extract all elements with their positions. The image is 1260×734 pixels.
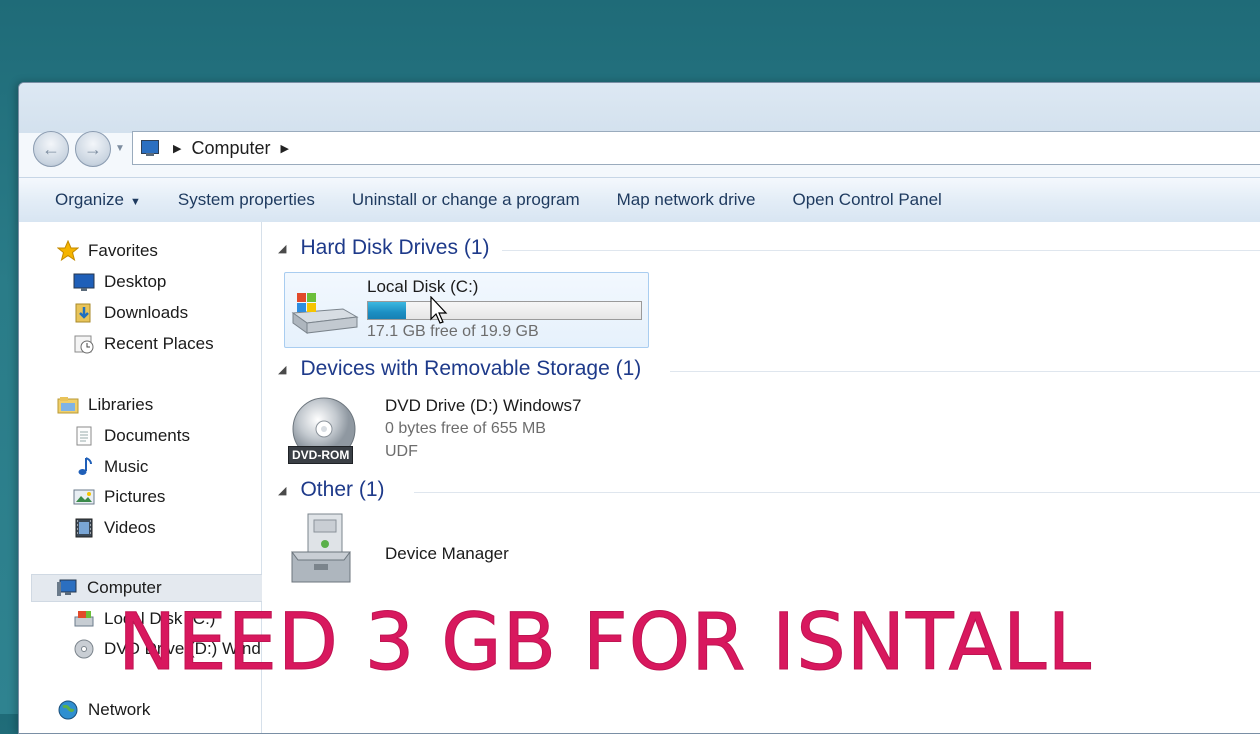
sidebar-item-label: Videos — [104, 518, 156, 537]
recent-pages-dropdown-icon[interactable]: ▼ — [115, 143, 125, 154]
downloads-icon — [73, 302, 95, 324]
drive-free-space: 0 bytes free of 655 MB — [385, 420, 546, 437]
local-disk-tile[interactable]: Local Disk (C:) 17.1 GB free of 19.9 GB — [284, 272, 649, 348]
sidebar-item-music[interactable]: Music — [73, 453, 148, 481]
video-caption-overlay: NEED 3 GB FOR ISNTALL — [118, 598, 1092, 689]
sidebar-item-downloads[interactable]: Downloads — [73, 299, 188, 327]
network-globe-icon — [57, 699, 79, 721]
group-header-removable-storage[interactable]: ◢ Devices with Removable Storage (1) — [278, 357, 641, 381]
sidebar-item-recent-places[interactable]: Recent Places — [73, 330, 214, 358]
sidebar-item-label: Music — [104, 457, 149, 476]
sidebar-item-label: Documents — [104, 426, 190, 445]
group-title: Other (1) — [300, 478, 385, 501]
sidebar-item-documents[interactable]: Documents — [73, 422, 190, 450]
organize-button[interactable]: Organize ▼ — [55, 190, 141, 210]
back-button[interactable]: ← — [33, 131, 69, 167]
group-title: Hard Disk Drives (1) — [300, 236, 490, 259]
address-bar[interactable]: ▶ Computer ▶ — [132, 131, 1260, 165]
chevron-down-icon: ▼ — [129, 196, 141, 208]
recent-places-icon — [73, 333, 95, 355]
sidebar-item-label: Recent Places — [104, 334, 214, 353]
drive-filesystem: UDF — [385, 443, 418, 460]
sidebar-item-label: Downloads — [104, 303, 189, 322]
hard-drive-icon — [73, 608, 95, 630]
documents-icon — [73, 425, 95, 447]
disk-usage-bar — [367, 301, 642, 320]
sidebar-item-label: Computer — [87, 578, 162, 597]
disk-usage-fill — [368, 302, 407, 319]
command-bar: Organize ▼ System properties Uninstall or… — [19, 177, 1260, 223]
forward-button[interactable]: → — [75, 131, 111, 167]
drive-name: Local Disk (C:) — [367, 277, 479, 296]
breadcrumb-arrow-icon[interactable]: ▶ — [281, 142, 289, 155]
device-manager-item[interactable]: Device Manager — [288, 512, 648, 592]
group-header-hard-disk-drives[interactable]: ◢ Hard Disk Drives (1) — [278, 236, 490, 260]
sidebar-item-favorites[interactable]: Favorites — [56, 237, 158, 265]
sidebar-item-label: Desktop — [104, 272, 167, 291]
collapse-triangle-icon[interactable]: ◢ — [278, 363, 286, 376]
collapse-triangle-icon[interactable]: ◢ — [278, 242, 286, 255]
open-control-panel-button[interactable]: Open Control Panel — [793, 190, 942, 210]
dvd-rom-badge: DVD-ROM — [288, 446, 354, 464]
desktop-icon — [73, 271, 95, 293]
device-manager-toolbox-icon — [288, 512, 360, 589]
sidebar-item-label: Network — [88, 700, 151, 719]
group-header-other[interactable]: ◢ Other (1) — [278, 478, 385, 502]
sidebar-item-videos[interactable]: Videos — [73, 514, 156, 542]
back-arrow-icon: ← — [42, 138, 60, 159]
computer-icon — [139, 138, 163, 158]
sidebar-item-label: Favorites — [88, 241, 158, 260]
sidebar-item-label: Libraries — [88, 395, 154, 414]
group-divider — [502, 250, 1260, 251]
sidebar-item-network[interactable]: Network — [57, 696, 150, 724]
forward-arrow-icon: → — [84, 138, 102, 159]
map-network-drive-button[interactable]: Map network drive — [617, 190, 756, 210]
pictures-icon — [73, 486, 95, 508]
dvd-drive-item[interactable]: DVD-ROM DVD Drive (D:) Windows7 0 bytes … — [288, 396, 648, 476]
computer-icon — [56, 577, 78, 599]
collapse-triangle-icon[interactable]: ◢ — [278, 484, 286, 497]
system-properties-button[interactable]: System properties — [178, 190, 315, 210]
libraries-icon — [57, 394, 79, 416]
hard-drive-icon — [289, 287, 359, 342]
sidebar-item-pictures[interactable]: Pictures — [73, 483, 165, 511]
sidebar-item-desktop[interactable]: Desktop — [73, 268, 166, 296]
title-bar — [19, 83, 1260, 133]
mouse-cursor-icon — [430, 295, 450, 331]
star-icon — [56, 239, 80, 262]
uninstall-program-button[interactable]: Uninstall or change a program — [352, 190, 580, 210]
item-name: Device Manager — [385, 544, 509, 563]
sidebar-item-label: Pictures — [104, 487, 166, 506]
music-note-icon — [73, 456, 95, 478]
group-divider — [670, 371, 1260, 372]
videos-icon — [73, 517, 95, 539]
breadcrumb-arrow-icon[interactable]: ▶ — [173, 142, 181, 155]
sidebar-item-libraries[interactable]: Libraries — [57, 391, 153, 419]
group-divider — [414, 492, 1260, 493]
dvd-disc-icon — [73, 638, 95, 660]
breadcrumb-computer[interactable]: Computer — [191, 138, 270, 159]
drive-name: DVD Drive (D:) Windows7 — [385, 396, 582, 415]
drive-free-space: 17.1 GB free of 19.9 GB — [367, 323, 539, 340]
group-title: Devices with Removable Storage (1) — [300, 357, 642, 380]
